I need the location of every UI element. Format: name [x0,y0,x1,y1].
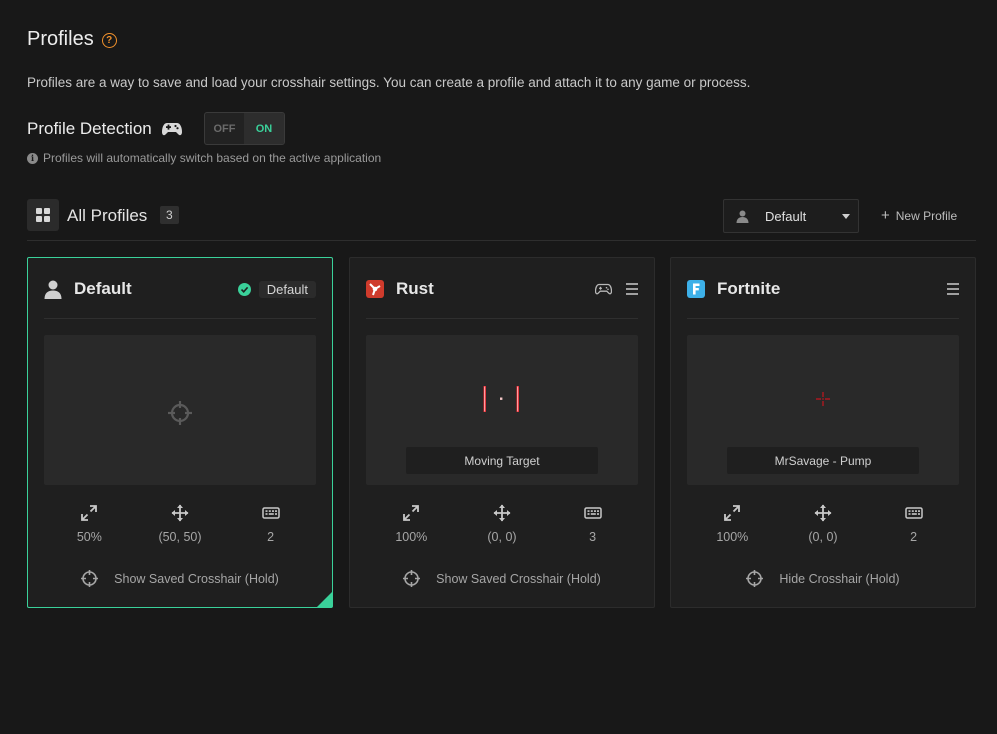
detection-hint-text: Profiles will automatically switch based… [43,151,382,165]
profile-select[interactable]: Default [723,199,859,233]
check-circle-icon [237,282,251,296]
scale-stat: 100% [692,504,772,544]
hotkey-action[interactable]: Show Saved Crosshair (Hold) [350,570,654,587]
profile-stats: 100% (0, 0) 2 [687,504,959,544]
profile-select-value: Default [765,208,807,224]
page-header: Profiles ? [27,28,117,51]
page-title: Profiles [27,28,94,50]
plus-icon: + [881,207,890,224]
card-header: Default Default [44,276,316,302]
hotkey-action[interactable]: Hide Crosshair (Hold) [671,570,975,587]
scale-stat: 100% [371,504,451,544]
user-icon [44,280,62,299]
position-stat: (0, 0) [783,504,863,544]
profile-stats: 50% (50, 50) 2 [44,504,316,544]
grid-view-button[interactable] [27,199,59,231]
scale-value: 100% [716,530,749,544]
card-divider [687,318,959,319]
keyboard-icon [261,507,280,519]
card-header: Rust [366,276,638,302]
hotkey-label: Hide Crosshair (Hold) [779,571,900,586]
grid-icon [36,208,50,222]
position-value: (50, 50) [158,530,202,544]
profile-name: Default [74,279,132,298]
profile-card-default[interactable]: Default Default 50% (50, 50) 2 Show Save… [27,257,333,608]
profile-name: Rust [396,279,434,298]
toggle-off-option[interactable]: OFF [205,113,245,144]
crosshair-preview-graphic [816,392,830,406]
default-badge: Default [258,280,316,298]
move-icon [493,504,511,522]
help-icon[interactable]: ? [101,33,117,48]
toggle-on-option[interactable]: ON [244,113,284,144]
keyboard-icon [904,507,923,519]
profile-detection-toggle[interactable]: OFF ON [203,112,285,145]
keys-value: 2 [910,530,918,544]
profile-count-badge: 3 [160,206,179,224]
scale-stat: 50% [49,504,129,544]
profile-detection-label: Profile Detection [27,118,152,138]
gamepad-icon[interactable] [595,283,612,296]
expand-icon [724,505,741,521]
keys-stat: 2 [231,504,311,544]
position-value: (0, 0) [808,530,838,544]
crosshair-icon [746,570,764,587]
card-header: Fortnite [687,276,959,302]
keys-value: 3 [589,530,597,544]
scale-value: 50% [76,530,102,544]
position-value: (0, 0) [487,530,517,544]
expand-icon [403,505,420,521]
profile-detection-row: Profile Detection OFF ON [27,112,285,145]
profile-card-fortnite[interactable]: Fortnite MrSavage - Pump 100% (0, 0) 2 H… [670,257,976,608]
user-icon [736,210,749,223]
position-stat: (0, 0) [462,504,542,544]
hotkey-label: Show Saved Crosshair (Hold) [436,571,601,586]
profile-name: Fortnite [717,279,781,298]
crosshair-preview: Moving Target [366,335,638,485]
hotkey-label: Show Saved Crosshair (Hold) [114,571,279,586]
scale-value: 100% [395,530,428,544]
info-icon: i [27,152,38,164]
keyboard-icon [583,507,602,519]
crosshair-name: Moving Target [406,447,598,474]
card-divider [44,318,316,319]
keys-stat: 3 [553,504,633,544]
crosshair-preview: MrSavage - Pump [687,335,959,485]
profile-card-rust[interactable]: Rust Moving Target 100% (0, 0) 3 Show Sa… [349,257,655,608]
rust-logo-icon [366,280,384,298]
keys-stat: 2 [874,504,954,544]
menu-icon[interactable] [626,283,638,295]
crosshair-icon [403,570,421,587]
new-profile-label: New Profile [895,208,958,223]
fortnite-logo-icon [687,280,705,298]
crosshair-icon [81,570,99,587]
keys-value: 2 [267,530,275,544]
move-icon [171,504,189,522]
hotkey-action[interactable]: Show Saved Crosshair (Hold) [28,570,332,587]
expand-icon [81,505,98,521]
profiles-section-bar: All Profiles 3 Default + New Profile [27,199,976,241]
crosshair-name: MrSavage - Pump [727,447,919,474]
crosshair-placeholder-icon [168,401,192,425]
section-title: All Profiles [67,206,148,225]
chevron-down-icon [842,214,850,219]
position-stat: (50, 50) [140,504,220,544]
move-icon [814,504,832,522]
new-profile-button[interactable]: + New Profile [881,208,957,223]
gamepad-icon [161,121,182,137]
crosshair-preview-graphic [483,386,519,412]
page-description: Profiles are a way to save and load your… [27,75,751,90]
active-corner-marker [317,592,332,607]
card-divider [366,318,638,319]
detection-hint: i Profiles will automatically switch bas… [27,151,381,165]
profile-stats: 100% (0, 0) 3 [366,504,638,544]
crosshair-preview [44,335,316,485]
menu-icon[interactable] [947,283,959,295]
